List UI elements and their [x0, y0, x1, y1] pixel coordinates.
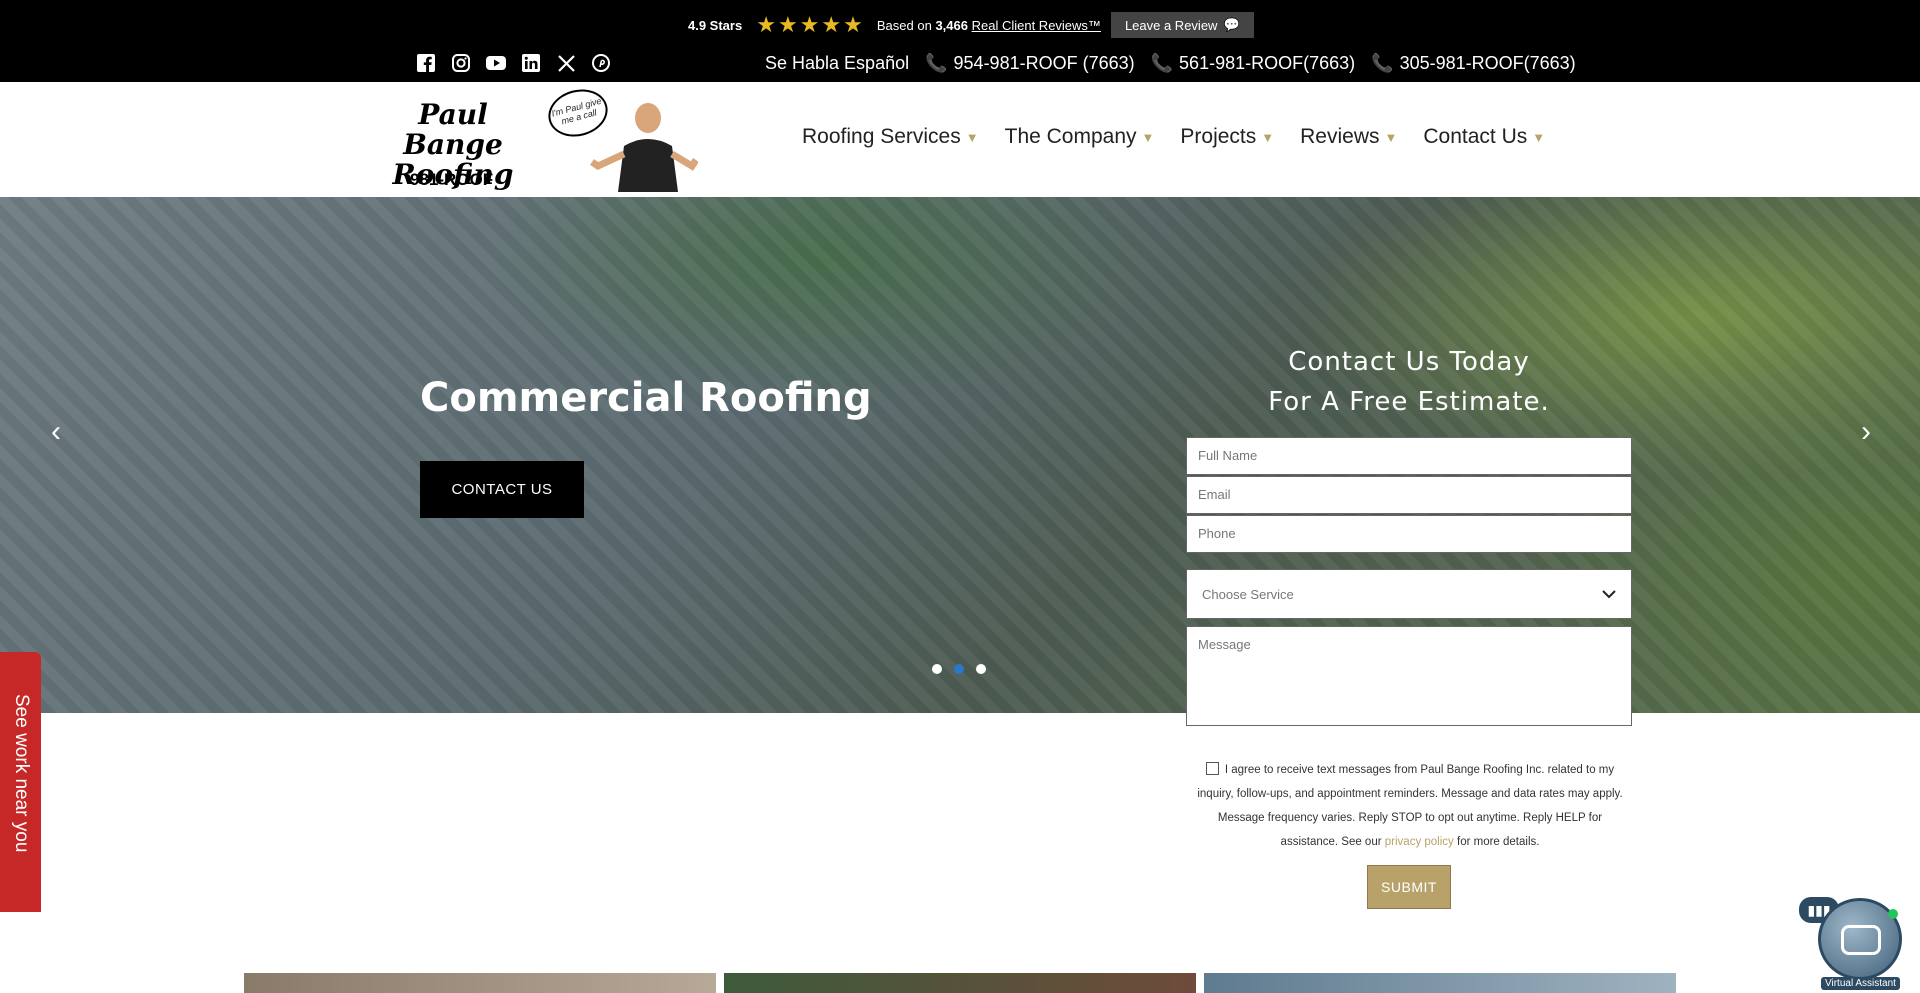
nav-roofing-services[interactable]: Roofing Services ▼	[802, 125, 979, 149]
leave-review-label: Leave a Review	[1124, 17, 1218, 33]
top-bar: 4.9 Stars ★ ★ ★ ★ ★ Based on 3,466 Real …	[0, 0, 1920, 82]
project-card-3[interactable]	[1204, 973, 1676, 993]
logo-line1: Paul Bange	[403, 98, 503, 161]
phone-link-561[interactable]: 📞 561-981-ROOF(7663)	[1151, 53, 1356, 74]
logo-number: 981-ROOF	[410, 170, 494, 189]
review-count: 3,466	[935, 17, 968, 33]
robot-icon	[1841, 925, 1881, 955]
sms-consent: I agree to receive text messages from Pa…	[1190, 758, 1630, 854]
nav-the-company[interactable]: The Company ▼	[1005, 125, 1155, 149]
project-card-2[interactable]	[724, 973, 1196, 993]
instagram-icon[interactable]	[451, 53, 471, 73]
star-rating: ★ ★ ★ ★ ★	[756, 14, 863, 36]
chevron-down-icon: ▼	[965, 129, 979, 145]
phone-link-954[interactable]: 📞 954-981-ROOF (7663)	[925, 53, 1135, 74]
side-tab-label: See work near you	[11, 694, 32, 853]
phone-link-305[interactable]: 📞 305-981-ROOF(7663)	[1371, 53, 1576, 74]
phone-number: 561-981-ROOF(7663)	[1179, 53, 1356, 73]
chevron-down-icon: ▼	[1261, 129, 1275, 145]
linkedin-icon[interactable]	[521, 53, 541, 73]
contact-us-button[interactable]: CONTACT US	[420, 461, 584, 518]
nav-label: Reviews	[1300, 125, 1380, 148]
slide-dot-2[interactable]	[954, 664, 964, 674]
facebook-icon[interactable]	[416, 53, 436, 73]
service-select[interactable]: Choose Service	[1186, 569, 1632, 619]
spanish-note: Se Habla Español	[765, 53, 910, 73]
review-summary: 4.9 Stars ★ ★ ★ ★ ★ Based on 3,466 Real …	[688, 12, 1254, 38]
site-header: Paul Bange Roofing 981-ROOF I'm Paul giv…	[0, 82, 1920, 197]
social-links	[416, 53, 611, 73]
star-icon: ★	[821, 12, 842, 37]
slide-dot-3[interactable]	[976, 664, 986, 674]
hero-title: Commercial Roofing	[420, 375, 872, 421]
contact-row: Se Habla Español 📞 954-981-ROOF (7663) 📞…	[0, 53, 1920, 77]
site-logo[interactable]: Paul Bange Roofing 981-ROOF I'm Paul giv…	[378, 83, 702, 192]
slider-dots	[932, 664, 986, 674]
consent-suffix: for more details.	[1457, 836, 1540, 848]
service-select-value: Choose Service	[1202, 586, 1294, 602]
nav-label: Roofing Services	[802, 125, 961, 148]
star-icon: ★	[843, 12, 863, 37]
nav-contact-us[interactable]: Contact Us ▼	[1423, 125, 1545, 149]
form-title-line1: Contact Us Today	[1288, 347, 1530, 377]
star-icon: ★	[777, 12, 798, 37]
chevron-down-icon: ▼	[1141, 129, 1155, 145]
chat-icon: 💬	[1223, 17, 1240, 32]
review-count-text: Based on 3,466 Real Client Reviews™	[877, 18, 1101, 33]
online-status-dot	[1888, 909, 1898, 919]
pinterest-icon[interactable]	[591, 53, 611, 73]
virtual-assistant-label: Virtual Assistant	[1821, 977, 1900, 990]
hero-slider: Commercial Roofing CONTACT US ‹ ›	[0, 197, 1920, 713]
chevron-right-icon[interactable]: ›	[1846, 415, 1886, 449]
phone-icon: 📞	[925, 53, 948, 73]
nav-label: Projects	[1180, 125, 1257, 148]
nav-projects[interactable]: Projects ▼	[1180, 125, 1274, 149]
chevron-down-icon: ▼	[1532, 129, 1546, 145]
rating-text: 4.9 Stars	[688, 17, 743, 33]
chevron-left-icon[interactable]: ‹	[36, 415, 76, 449]
see-work-near-you-tab[interactable]: See work near you	[0, 652, 41, 912]
phone-list: Se Habla Español 📞 954-981-ROOF (7663) 📞…	[765, 53, 1576, 74]
nav-label: Contact Us	[1423, 125, 1528, 148]
phone-icon: 📞	[1371, 53, 1394, 73]
form-title: Contact Us Today For A Free Estimate.	[1186, 342, 1632, 422]
main-nav: Roofing Services ▼ The Company ▼ Projects ▼…	[802, 125, 1545, 149]
message-textarea[interactable]: Message	[1186, 626, 1632, 726]
star-icon: ★	[756, 12, 776, 37]
nav-label: The Company	[1004, 125, 1137, 148]
project-card-1[interactable]	[244, 973, 716, 993]
phone-input[interactable]: Phone	[1186, 515, 1632, 553]
phone-number: 305-981-ROOF(7663)	[1399, 53, 1576, 73]
leave-review-button[interactable]: Leave a Review 💬	[1110, 12, 1254, 38]
star-icon: ★	[799, 12, 820, 37]
submit-button[interactable]: SUBMIT	[1367, 865, 1451, 909]
privacy-policy-link[interactable]: privacy policy	[1385, 836, 1454, 848]
slide-dot-1[interactable]	[932, 664, 942, 674]
email-input[interactable]: Email	[1186, 476, 1632, 514]
based-on-prefix: Based on	[876, 17, 932, 33]
full-name-input[interactable]: Full Name	[1186, 437, 1632, 475]
nav-reviews[interactable]: Reviews ▼	[1300, 125, 1397, 149]
chevron-down-icon: ▼	[1384, 129, 1398, 145]
phone-icon: 📞	[1150, 53, 1174, 73]
consent-checkbox[interactable]	[1205, 762, 1219, 775]
youtube-icon[interactable]	[486, 53, 506, 73]
phone-number: 954-981-ROOF (7663)	[953, 53, 1135, 73]
chevron-down-icon	[1602, 589, 1616, 598]
reviews-link[interactable]: Real Client Reviews™	[972, 18, 1101, 33]
form-title-line2: For A Free Estimate.	[1268, 387, 1550, 417]
x-icon[interactable]	[556, 53, 576, 73]
mascot-image	[590, 103, 698, 192]
